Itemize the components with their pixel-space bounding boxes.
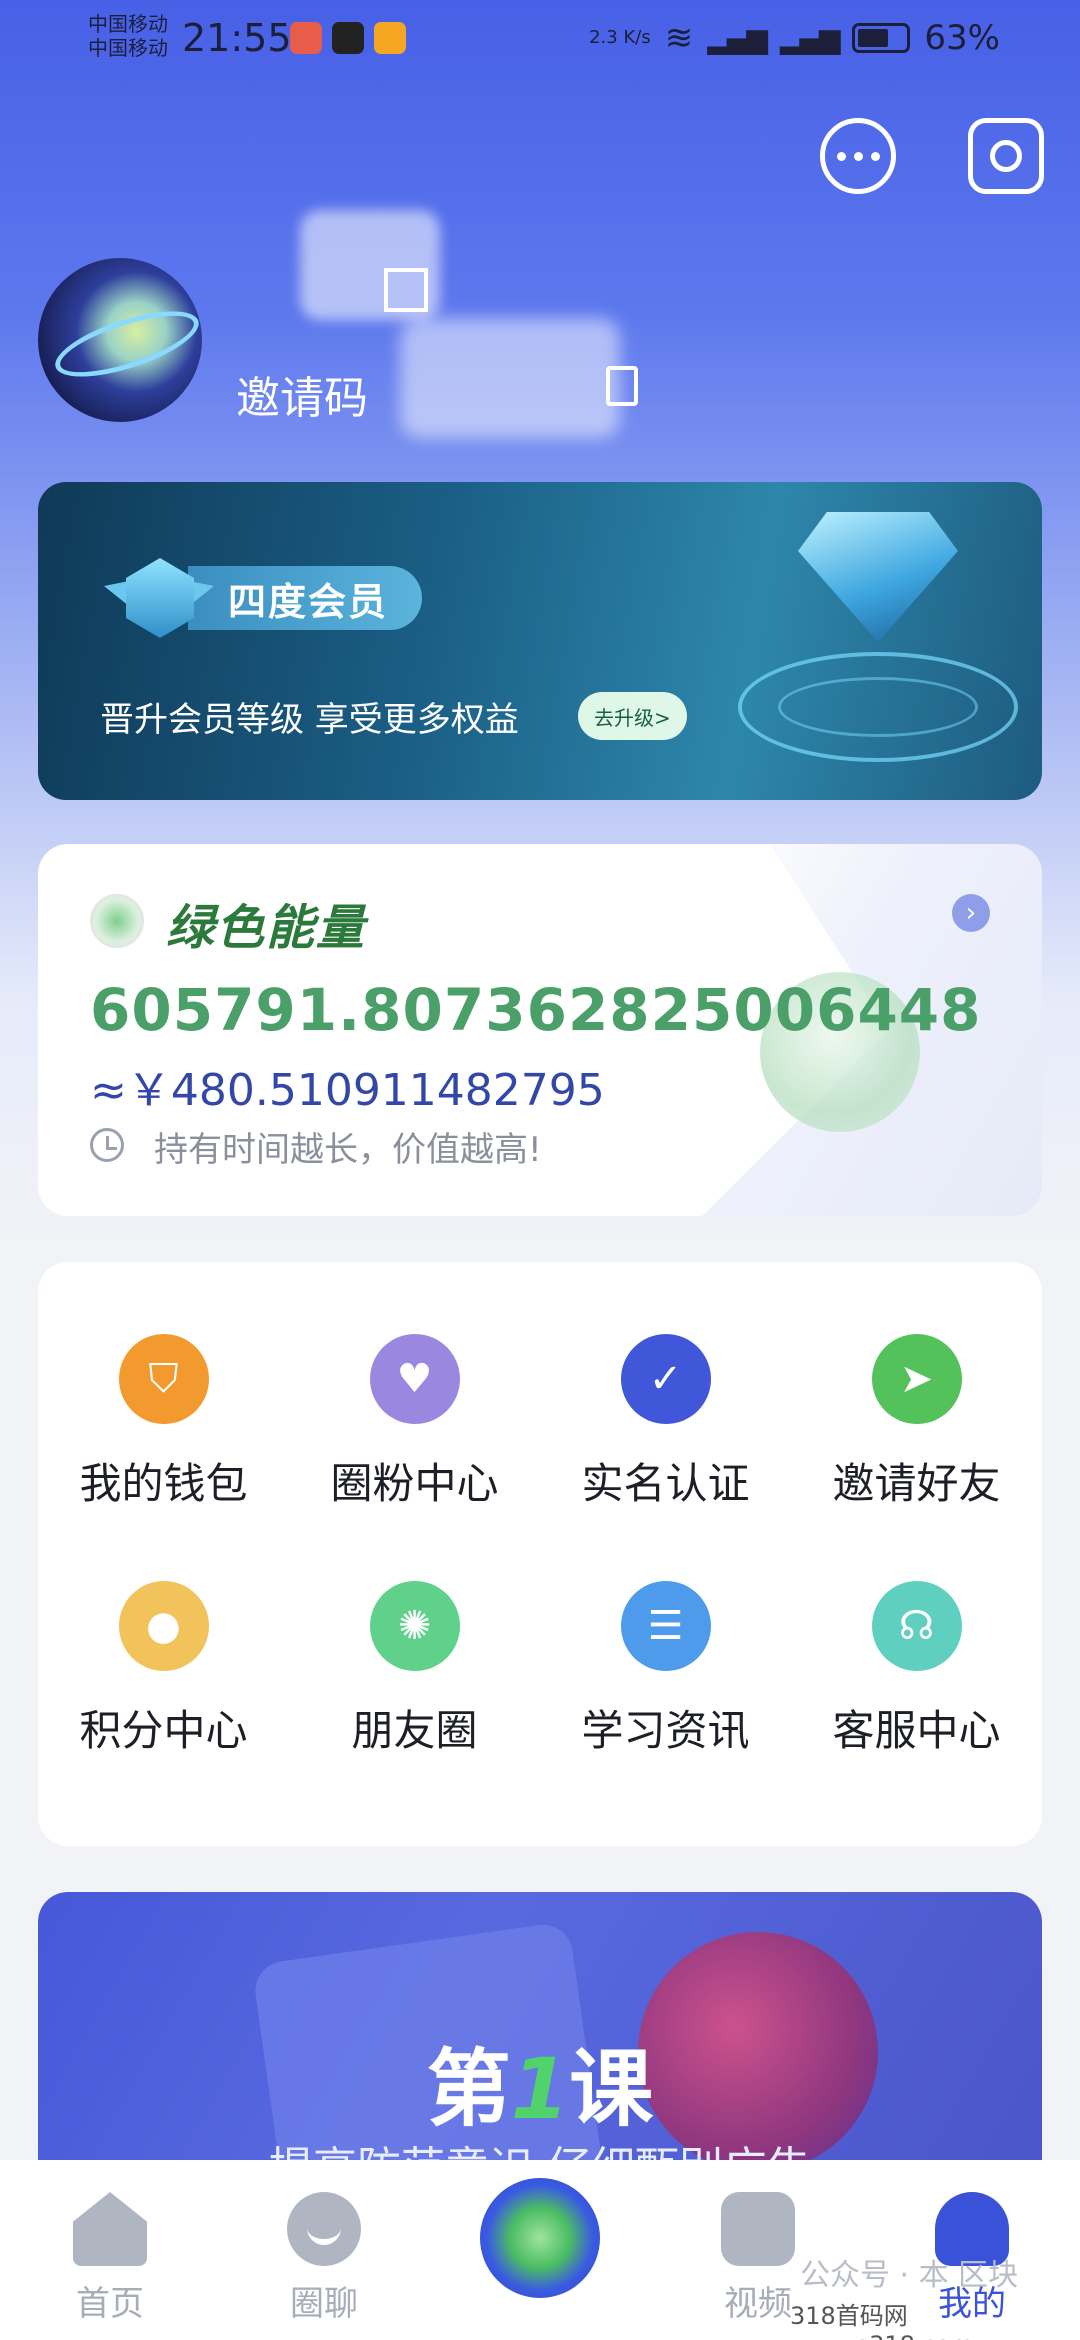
member-card[interactable]: 四度会员 晋升会员等级 享受更多权益 去升级> [38,482,1042,800]
signal-icon: ▂▄▆ [707,21,768,55]
member-badge-icon [104,558,214,654]
grid-item-verification[interactable]: ✓ 实名认证 [540,1334,791,1511]
function-grid-card: ⛉ 我的钱包 ♥ 圈粉中心 ✓ 实名认证 ➤ 邀请好友 ● 积分中心 ✺ 朋友圈… [38,1262,1042,1846]
verified-badge-icon: ✓ [620,1334,711,1424]
invite-code-redacted [400,318,620,438]
grid-item-points[interactable]: ● 积分中心 [38,1581,289,1758]
banner-title: 第1课 [38,2022,1042,2143]
energy-tip: 持有时间越长，价值越高! [154,1130,542,1170]
paper-plane-icon: ➤ [871,1334,962,1424]
points-coin-icon: ● [118,1581,209,1671]
banner-title-prefix: 第 [426,2040,511,2138]
energy-logo-icon [90,894,144,948]
wechat-watermark: 公众号 · 本 区块 [800,2258,1019,2293]
member-level: 四度会员 [188,566,423,630]
home-icon [73,2192,147,2266]
network-speed: 2.3 K/s [589,27,651,48]
carrier-1: 中国移动 [88,12,168,36]
signal-icon-2: ▂▄▆ [779,21,841,55]
grid-label: 客服中心 [832,1706,1001,1755]
nav-label: 视频 [724,2284,792,2324]
settings-icon[interactable] [968,118,1044,194]
status-app-icons [290,22,406,54]
grid-item-fans-center[interactable]: ♥ 圈粉中心 [289,1334,540,1511]
grid-label: 圈粉中心 [330,1459,499,1508]
grid-label: 学习资讯 [581,1706,750,1755]
video-camera-icon [721,2192,795,2266]
carrier-2: 中国移动 [88,36,168,60]
wallet-shield-icon: ⛉ [118,1334,209,1424]
nav-label: 首页 [76,2284,144,2324]
pedestal-decoration-inner [778,677,978,737]
qq-icon [332,22,364,54]
member-description: 晋升会员等级 享受更多权益 [100,700,519,740]
upgrade-button[interactable]: 去升级> [578,692,687,740]
battery-icon [852,23,911,53]
grid-item-moments[interactable]: ✺ 朋友圈 [289,1581,540,1758]
wifi-icon: ≋ [664,18,694,58]
green-energy-card[interactable]: 绿色能量 › 605791.8073628250064​48 ≈￥480.510… [38,844,1042,1216]
qr-code-icon[interactable] [384,268,428,312]
user-heart-icon: ♥ [369,1334,460,1424]
chevron-right-icon[interactable]: › [952,894,990,932]
grid-label: 邀请好友 [832,1459,1001,1508]
message-icon[interactable] [820,118,896,194]
energy-title: 绿色能量 [166,900,367,956]
video-app-icon [374,22,406,54]
grid-label: 我的钱包 [79,1459,248,1508]
avatar[interactable] [38,258,202,422]
function-grid: ⛉ 我的钱包 ♥ 圈粉中心 ✓ 实名认证 ➤ 邀请好友 ● 积分中心 ✺ 朋友圈… [38,1334,1042,1758]
nav-label: 圈聊 [290,2284,358,2324]
grid-item-invite-friends[interactable]: ➤ 邀请好友 [791,1334,1042,1511]
status-bar: 中国移动 中国移动 21:55 2.3 K/s ≋ ▂▄▆ ▂▄▆ 63% [0,0,1080,80]
banner-title-number: 1 [510,2040,570,2138]
grid-label: 朋友圈 [351,1706,478,1755]
nav-center-energy-button[interactable] [474,2172,606,2304]
invite-code-label: 邀请码 [236,373,368,424]
grid-item-wallet[interactable]: ⛉ 我的钱包 [38,1334,289,1511]
document-icon: ☰ [620,1581,711,1671]
lesson-banner[interactable]: 第1课 提高防范意识 仔细甄别广告 [38,1892,1042,2192]
battery-percent: 63% [924,18,1000,58]
aperture-icon: ✺ [369,1581,460,1671]
energy-cny-value: ≈￥480.510911482795 [90,1065,605,1116]
diamond-icon [798,512,958,642]
copy-icon[interactable] [606,366,638,406]
clock-icon [90,1128,124,1162]
chat-smile-icon [287,2192,361,2266]
energy-value: 605791.8073628250064​48 [90,976,982,1044]
site-watermark: 318首码网 www.e318.com [790,2302,974,2340]
grid-label: 实名认证 [581,1459,750,1508]
status-time: 21:55 [182,16,292,60]
grid-item-customer-service[interactable]: ☊ 客服中心 [791,1581,1042,1758]
grid-label: 积分中心 [79,1706,248,1755]
nav-home[interactable]: 首页 [30,2192,190,2325]
nav-chat[interactable]: 圈聊 [244,2192,404,2325]
huawei-app-icon [290,22,322,54]
grid-item-learning[interactable]: ☰ 学习资讯 [540,1581,791,1758]
status-right: 2.3 K/s ≋ ▂▄▆ ▂▄▆ 63% [589,18,1000,58]
banner-title-suffix: 课 [569,2040,654,2138]
carrier-labels: 中国移动 中国移动 [88,12,168,60]
headset-icon: ☊ [871,1581,962,1671]
